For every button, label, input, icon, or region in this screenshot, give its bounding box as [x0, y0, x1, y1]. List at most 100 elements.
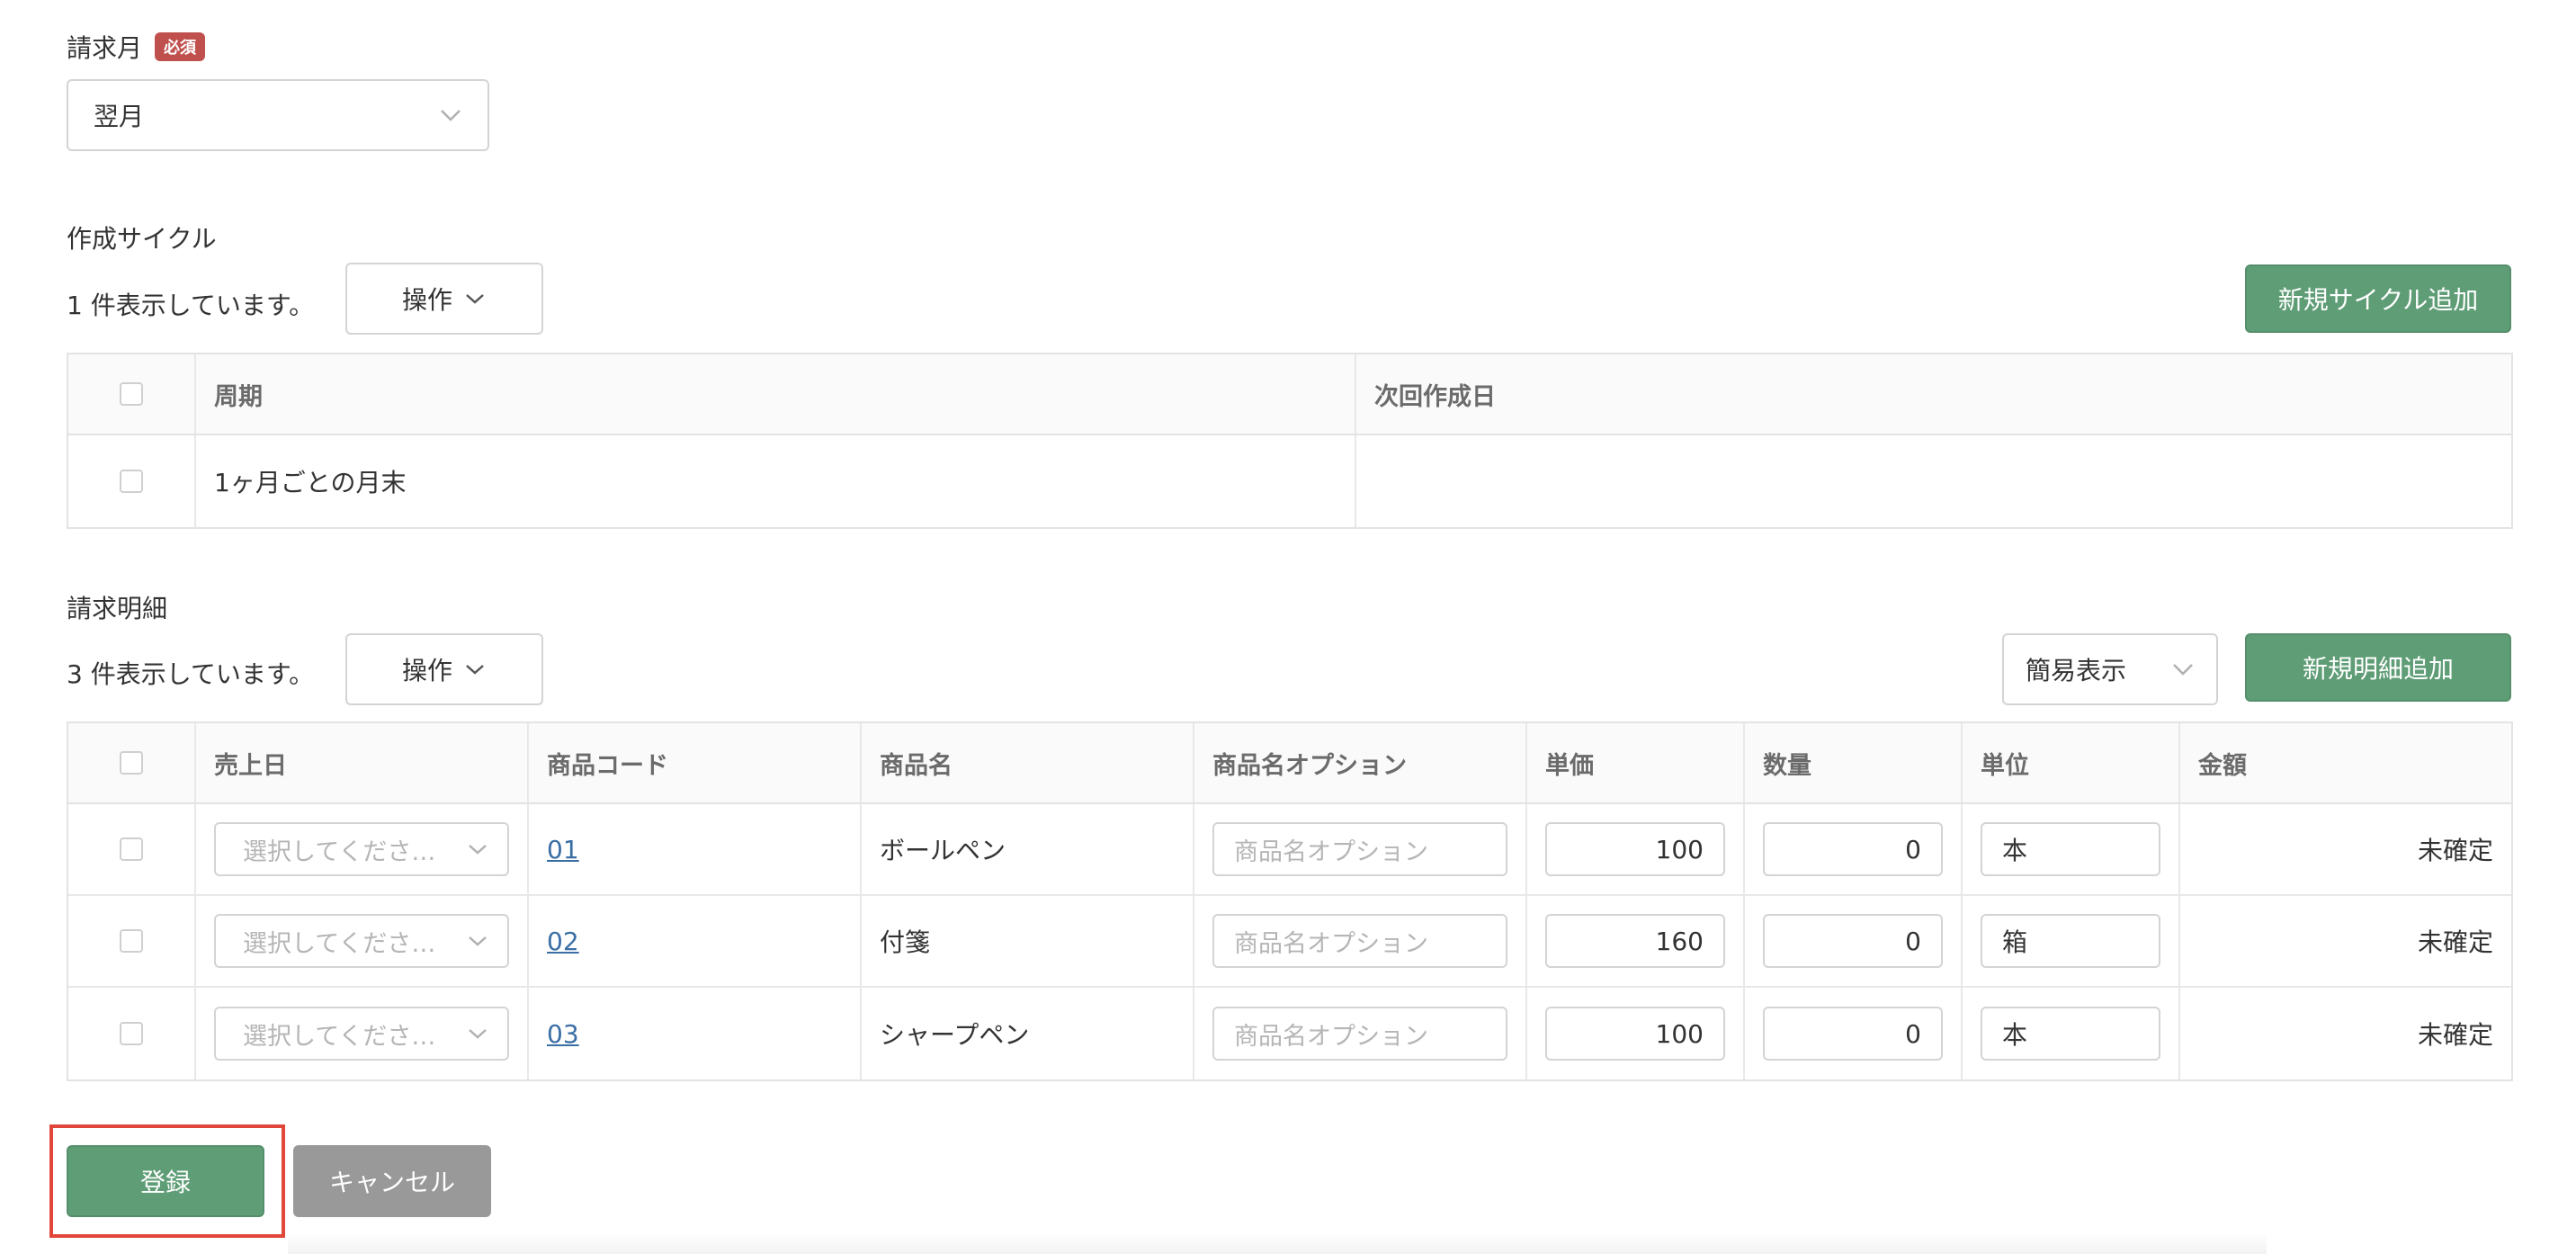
cycle-operations-label: 操作	[401, 285, 452, 315]
quantity-input[interactable]: 0	[1763, 822, 1943, 876]
unit-input[interactable]: 本	[1981, 1007, 2160, 1061]
unit-input[interactable]: 本	[1981, 822, 2160, 876]
col-sales-date: 売上日	[196, 723, 529, 802]
row-checkbox[interactable]	[120, 929, 143, 953]
col-product-name: 商品名	[862, 723, 1194, 802]
unit-price-cell: 100	[1527, 804, 1745, 894]
product-code-link[interactable]: 01	[547, 835, 579, 864]
product-code-cell: 01	[529, 804, 862, 894]
product-option-cell: 商品名オプション	[1194, 896, 1527, 986]
billing-month-value: 翌月	[94, 102, 145, 131]
cancel-button[interactable]: キャンセル	[293, 1145, 491, 1217]
table-row: 選択してくださ… 02 付箋 商品名オプション 160 0 箱 未確定	[68, 896, 2511, 988]
quantity-cell: 0	[1745, 988, 1963, 1079]
product-option-cell: 商品名オプション	[1194, 988, 1527, 1079]
view-mode-value: 簡易表示	[2026, 656, 2127, 685]
col-unit-price: 単価	[1527, 723, 1745, 802]
billing-month-select[interactable]: 翌月	[67, 79, 489, 151]
row-checkbox-cell	[68, 988, 196, 1079]
quantity-input[interactable]: 0	[1763, 1007, 1943, 1061]
chevron-down-icon	[466, 837, 489, 861]
add-detail-button[interactable]: 新規明細追加	[2245, 633, 2511, 702]
cycle-col-next-date: 次回作成日	[1374, 382, 1496, 411]
unit-cell: 箱	[1963, 896, 2180, 986]
billing-month-label: 請求月 必須	[67, 29, 206, 65]
unit-price-input[interactable]: 100	[1545, 822, 1725, 876]
details-operations-button[interactable]: 操作	[345, 633, 543, 705]
row-checkbox[interactable]	[120, 837, 143, 861]
amount-cell: 未確定	[2180, 896, 2511, 986]
select-all-checkbox[interactable]	[120, 382, 143, 406]
cycle-period-cell: 1ヶ月ごとの月末	[196, 435, 1356, 527]
product-option-cell: 商品名オプション	[1194, 804, 1527, 894]
chevron-down-icon	[2171, 658, 2195, 681]
details-count-text: 3 件表示しています。	[67, 659, 315, 689]
col-unit: 単位	[1963, 723, 2180, 802]
quantity-cell: 0	[1745, 804, 1963, 894]
footer-shadow	[288, 1232, 2267, 1254]
unit-input[interactable]: 箱	[1981, 914, 2160, 968]
product-name-cell: ボールペン	[862, 804, 1194, 894]
amount-value: 未確定	[2417, 1020, 2493, 1050]
sales-date-cell: 選択してくださ…	[196, 896, 529, 986]
cycle-col-period: 周期	[196, 354, 1356, 434]
register-button[interactable]: 登録	[67, 1145, 264, 1217]
cycle-table: 周期 次回作成日 1ヶ月ごとの月末	[67, 353, 2513, 529]
sales-date-cell: 選択してくださ…	[196, 804, 529, 894]
details-section-title: 請求明細	[67, 594, 168, 623]
quantity-input[interactable]: 0	[1763, 914, 1943, 968]
amount-value: 未確定	[2417, 927, 2493, 957]
row-checkbox[interactable]	[120, 470, 143, 493]
table-row: 選択してくださ… 01 ボールペン 商品名オプション 100 0 本 未確定	[68, 804, 2511, 896]
table-row: 1ヶ月ごとの月末	[68, 435, 2511, 527]
unit-price-cell: 100	[1527, 988, 1745, 1079]
sales-date-placeholder: 選択してくださ…	[243, 929, 436, 958]
unit-price-input[interactable]: 100	[1545, 1007, 1725, 1061]
details-table: 売上日 商品コード 商品名 商品名オプション 単価 数量 単位 金額 選択してく…	[67, 721, 2513, 1081]
product-name-cell: シャープペン	[862, 988, 1194, 1079]
select-all-checkbox[interactable]	[120, 751, 143, 775]
product-code-link[interactable]: 02	[547, 927, 579, 956]
unit-cell: 本	[1963, 804, 2180, 894]
sales-date-select[interactable]: 選択してくださ…	[214, 822, 509, 876]
unit-price-input[interactable]: 160	[1545, 914, 1725, 968]
chevron-down-icon	[463, 658, 487, 681]
sales-date-select[interactable]: 選択してくださ…	[214, 1007, 509, 1061]
product-code-cell: 02	[529, 896, 862, 986]
product-option-input[interactable]: 商品名オプション	[1212, 822, 1507, 876]
billing-month-label-text: 請求月	[67, 33, 143, 63]
product-code-cell: 03	[529, 988, 862, 1079]
cycle-count-text: 1 件表示しています。	[67, 291, 315, 320]
table-row: 選択してくださ… 03 シャープペン 商品名オプション 100 0 本 未確定	[68, 988, 2511, 1079]
product-option-input[interactable]: 商品名オプション	[1212, 1007, 1507, 1061]
row-checkbox[interactable]	[120, 1022, 143, 1045]
cycle-section-title: 作成サイクル	[67, 224, 217, 254]
quantity-cell: 0	[1745, 896, 1963, 986]
col-product-option: 商品名オプション	[1194, 723, 1527, 802]
row-checkbox-cell	[68, 804, 196, 894]
chevron-down-icon	[466, 1022, 489, 1045]
required-badge: 必須	[155, 32, 206, 61]
amount-value: 未確定	[2417, 836, 2493, 865]
add-cycle-button[interactable]: 新規サイクル追加	[2245, 264, 2511, 333]
product-code-link[interactable]: 03	[547, 1019, 579, 1049]
cycle-next-date-cell	[1356, 435, 2511, 527]
row-checkbox-cell	[68, 896, 196, 986]
chevron-down-icon	[439, 103, 462, 127]
view-mode-select[interactable]: 簡易表示	[2002, 633, 2218, 705]
sales-date-cell: 選択してくださ…	[196, 988, 529, 1079]
amount-cell: 未確定	[2180, 804, 2511, 894]
chevron-down-icon	[466, 929, 489, 953]
cycle-operations-button[interactable]: 操作	[345, 263, 543, 335]
amount-cell: 未確定	[2180, 988, 2511, 1079]
cycle-table-header: 周期 次回作成日	[68, 354, 2511, 435]
product-option-input[interactable]: 商品名オプション	[1212, 914, 1507, 968]
row-checkbox-cell	[68, 435, 196, 527]
col-quantity: 数量	[1745, 723, 1963, 802]
sales-date-placeholder: 選択してくださ…	[243, 1022, 436, 1051]
details-table-header: 売上日 商品コード 商品名 商品名オプション 単価 数量 単位 金額	[68, 723, 2511, 804]
details-header-checkbox-cell	[68, 723, 196, 802]
sales-date-select[interactable]: 選択してくださ…	[214, 914, 509, 968]
chevron-down-icon	[463, 287, 487, 310]
col-product-code: 商品コード	[529, 723, 862, 802]
